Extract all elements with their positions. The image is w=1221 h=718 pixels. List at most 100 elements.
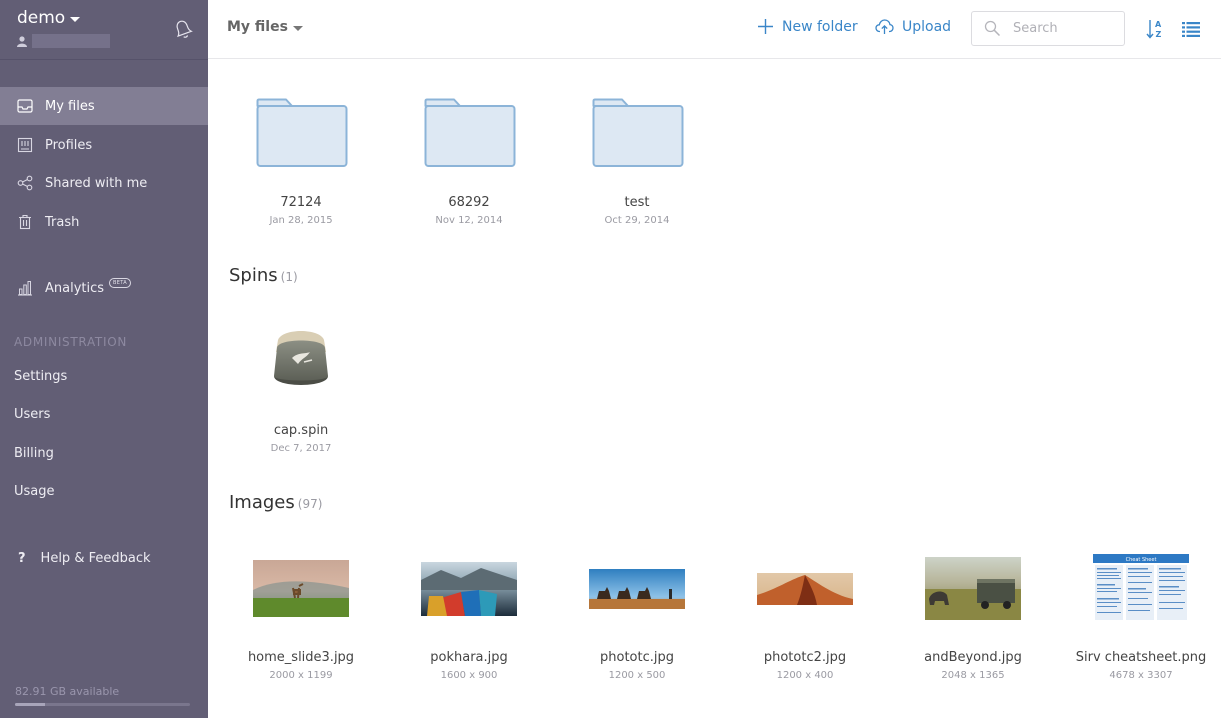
plus-icon [758, 19, 773, 34]
cheatsheet-preview: Cheat Sheet [1093, 554, 1189, 622]
image-thumbnail: Cheat Sheet [1093, 554, 1189, 622]
new-folder-button[interactable]: New folder [757, 18, 858, 35]
search-input[interactable] [1013, 21, 1113, 36]
search-box[interactable] [971, 11, 1125, 46]
storage-available: 82.91 GB available [15, 685, 120, 698]
folder-tile[interactable]: 72124 Jan 28, 2015 [231, 98, 371, 233]
cap-spin-thumbnail [274, 331, 328, 385]
image-dims: 1200 x 500 [608, 670, 666, 681]
sidebar-item-label: Shared with me [45, 175, 148, 191]
list-view-icon[interactable] [1182, 21, 1200, 37]
section-count: (1) [280, 270, 298, 284]
storage-bar-fill [15, 703, 45, 706]
sidebar-item-settings[interactable]: Settings [0, 359, 208, 393]
profiles-icon [16, 136, 34, 154]
chevron-down-icon [292, 25, 303, 31]
image-tile[interactable]: Cheat Sheet Sirv cheatsheet.png 4678 x 3… [1071, 540, 1211, 690]
image-thumbnail [421, 562, 517, 616]
redacted-email [32, 34, 110, 48]
upload-button[interactable]: Upload [875, 18, 951, 35]
section-title-text: Images [229, 492, 295, 513]
user-icon [17, 35, 27, 47]
image-name: pokhara.jpg [430, 650, 508, 665]
folder-icon [424, 98, 516, 167]
sidebar-item-label: Trash [45, 214, 80, 230]
help-icon: ? [18, 550, 26, 566]
storage-bar [15, 703, 190, 706]
section-title-text: Spins [229, 265, 278, 286]
sidebar-item-label: My files [45, 98, 95, 114]
help-feedback-link[interactable]: ? Help & Feedback [0, 541, 208, 575]
sidebar-item-analytics[interactable]: Analytics BETA [0, 269, 208, 307]
images-section-title: Images (97) [229, 492, 322, 513]
spin-name: cap.spin [273, 423, 329, 438]
inbox-icon [16, 97, 34, 115]
sort-alpha-icon[interactable]: A Z [1146, 19, 1164, 39]
account-menu[interactable]: demo [17, 8, 81, 28]
sidebar-divider [0, 59, 208, 60]
folder-name: 72124 [280, 195, 322, 210]
chevron-down-icon [70, 16, 81, 22]
sidebar-item-shared-with-me[interactable]: Shared with me [0, 164, 208, 202]
image-name: andBeyond.jpg [924, 650, 1022, 665]
image-tile[interactable]: home_slide3.jpg 2000 x 1199 [231, 540, 371, 690]
image-dims: 2000 x 1199 [269, 670, 333, 681]
folder-name: 68292 [448, 195, 490, 210]
image-name: Sirv cheatsheet.png [1075, 650, 1207, 665]
folder-icon [256, 98, 348, 167]
account-name: demo [17, 8, 66, 28]
trash-icon [16, 213, 34, 231]
folder-tile[interactable]: test Oct 29, 2014 [567, 98, 707, 233]
account-email [17, 34, 110, 48]
image-thumbnail [589, 569, 685, 609]
image-name: phototc.jpg [600, 650, 674, 665]
upload-label: Upload [902, 18, 952, 35]
image-dims: 4678 x 3307 [1109, 670, 1173, 681]
top-bar: My files New folder Upload A Z [208, 0, 1221, 59]
share-icon [16, 174, 34, 192]
help-label: Help & Feedback [40, 550, 151, 566]
image-tile[interactable]: phototc2.jpg 1200 x 400 [735, 540, 875, 690]
image-dims: 1200 x 400 [776, 670, 834, 681]
folder-date: Jan 28, 2015 [269, 215, 333, 226]
svg-text:A: A [1155, 20, 1162, 29]
new-folder-label: New folder [782, 18, 858, 35]
cheatsheet-heading: Cheat Sheet [1126, 557, 1157, 563]
sidebar-item-label: Profiles [45, 137, 93, 153]
spin-tile[interactable]: cap.spin Dec 7, 2017 [231, 322, 371, 457]
folder-icon [592, 98, 684, 167]
sidebar-item-trash[interactable]: Trash [0, 203, 208, 241]
sidebar-item-profiles[interactable]: Profiles [0, 126, 208, 164]
image-name: home_slide3.jpg [247, 650, 355, 665]
sidebar: demo My files Profiles Shared with me Tr… [0, 0, 208, 718]
folder-date: Oct 29, 2014 [604, 215, 670, 226]
beta-badge: BETA [109, 278, 131, 288]
cloud-upload-icon [875, 19, 894, 34]
sidebar-item-usage[interactable]: Usage [0, 474, 208, 508]
sidebar-item-my-files[interactable]: My files [0, 87, 208, 125]
spin-date: Dec 7, 2017 [270, 443, 332, 454]
breadcrumb[interactable]: My files [227, 19, 303, 35]
bar-chart-icon [16, 279, 34, 297]
image-thumbnail [925, 557, 1021, 620]
image-thumbnail [253, 560, 349, 617]
administration-heading: ADMINISTRATION [14, 335, 128, 349]
spins-section-title: Spins (1) [229, 265, 298, 286]
image-dims: 1600 x 900 [440, 670, 498, 681]
notifications-bell-icon[interactable] [172, 18, 194, 40]
sidebar-item-label: Analytics [45, 280, 105, 296]
image-tile[interactable]: pokhara.jpg 1600 x 900 [399, 540, 539, 690]
folder-date: Nov 12, 2014 [435, 215, 503, 226]
image-thumbnail [757, 573, 853, 605]
image-dims: 2048 x 1365 [941, 670, 1005, 681]
sidebar-item-users[interactable]: Users [0, 397, 208, 431]
svg-text:Z: Z [1156, 30, 1162, 39]
image-tile[interactable]: phototc.jpg 1200 x 500 [567, 540, 707, 690]
sidebar-item-billing[interactable]: Billing [0, 436, 208, 470]
folder-tile[interactable]: 68292 Nov 12, 2014 [399, 98, 539, 233]
image-name: phototc2.jpg [763, 650, 847, 665]
search-icon [984, 20, 1001, 37]
folder-name: test [624, 195, 650, 210]
section-count: (97) [297, 497, 323, 511]
image-tile[interactable]: andBeyond.jpg 2048 x 1365 [903, 540, 1043, 690]
